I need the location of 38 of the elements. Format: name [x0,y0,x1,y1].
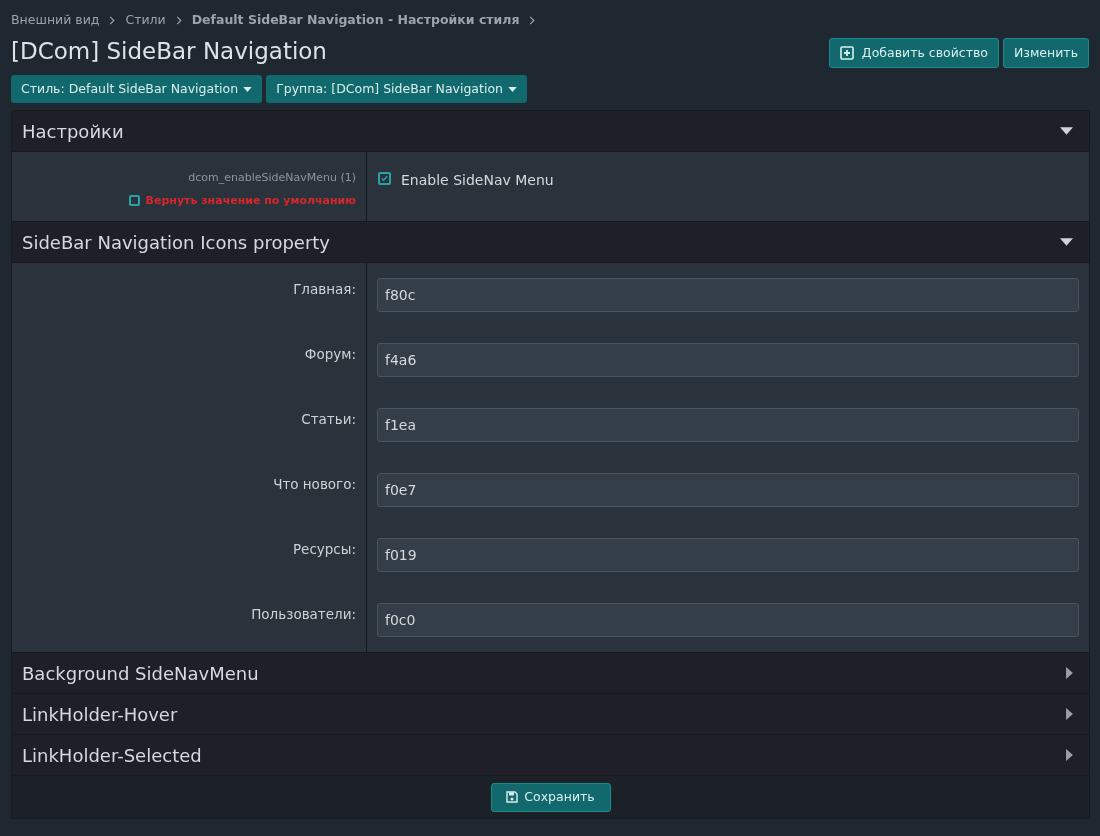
breadcrumb-link[interactable]: Внешний вид [11,10,100,30]
caret-right-icon [1066,708,1073,720]
field-label: Ресурсы: [292,540,356,559]
checkbox[interactable] [378,172,391,185]
breadcrumb-link[interactable]: Стили [125,10,166,30]
caret-down-icon [1060,127,1073,135]
field-label: Пользователи: [251,605,356,624]
caret-down-icon [508,86,517,92]
checkbox[interactable] [128,195,140,207]
save-button[interactable]: Сохранить [490,782,611,812]
property-name: dcom_enableSideNavMenu (1) [188,170,356,186]
text-field[interactable]: f80c [377,278,1079,312]
chevron-right-icon [529,15,536,25]
field-label: Статьи: [301,410,356,429]
field-label: Что нового: [273,475,356,494]
chevron-right-icon [175,15,182,25]
filter-dropdown[interactable]: Группа: [DCom] SideBar Navigation [266,75,527,103]
caret-down-icon [243,86,253,92]
edit-button[interactable]: Изменить [1002,38,1089,68]
caret-right-icon [1066,749,1073,761]
text-field[interactable]: f019 [377,538,1079,572]
chevron-right-icon [109,15,116,25]
check-icon [380,174,389,183]
plus-square-icon [839,46,854,60]
text-field[interactable]: f0e7 [377,473,1079,507]
field-label: Форум: [304,345,356,364]
text-field[interactable]: f1ea [377,408,1079,442]
field-label: Главная: [293,280,356,299]
section-header[interactable]: Настройки [12,111,1089,152]
caret-down-icon [1060,238,1073,246]
filter-dropdown[interactable]: Стиль: Default SideBar Navigation [11,75,263,103]
text-field[interactable]: f0c0 [377,603,1079,637]
caret-right-icon [1066,667,1073,679]
text-field[interactable]: f4a6 [377,343,1079,377]
add-property-button[interactable]: Добавить свойство [828,38,999,68]
breadcrumb-link[interactable]: Default SideBar Navigation - Настройки стиля [191,10,520,30]
page-title: [DCom] SideBar Navigation [11,37,327,66]
option-label[interactable]: Enable SideNav Menu [401,170,554,191]
